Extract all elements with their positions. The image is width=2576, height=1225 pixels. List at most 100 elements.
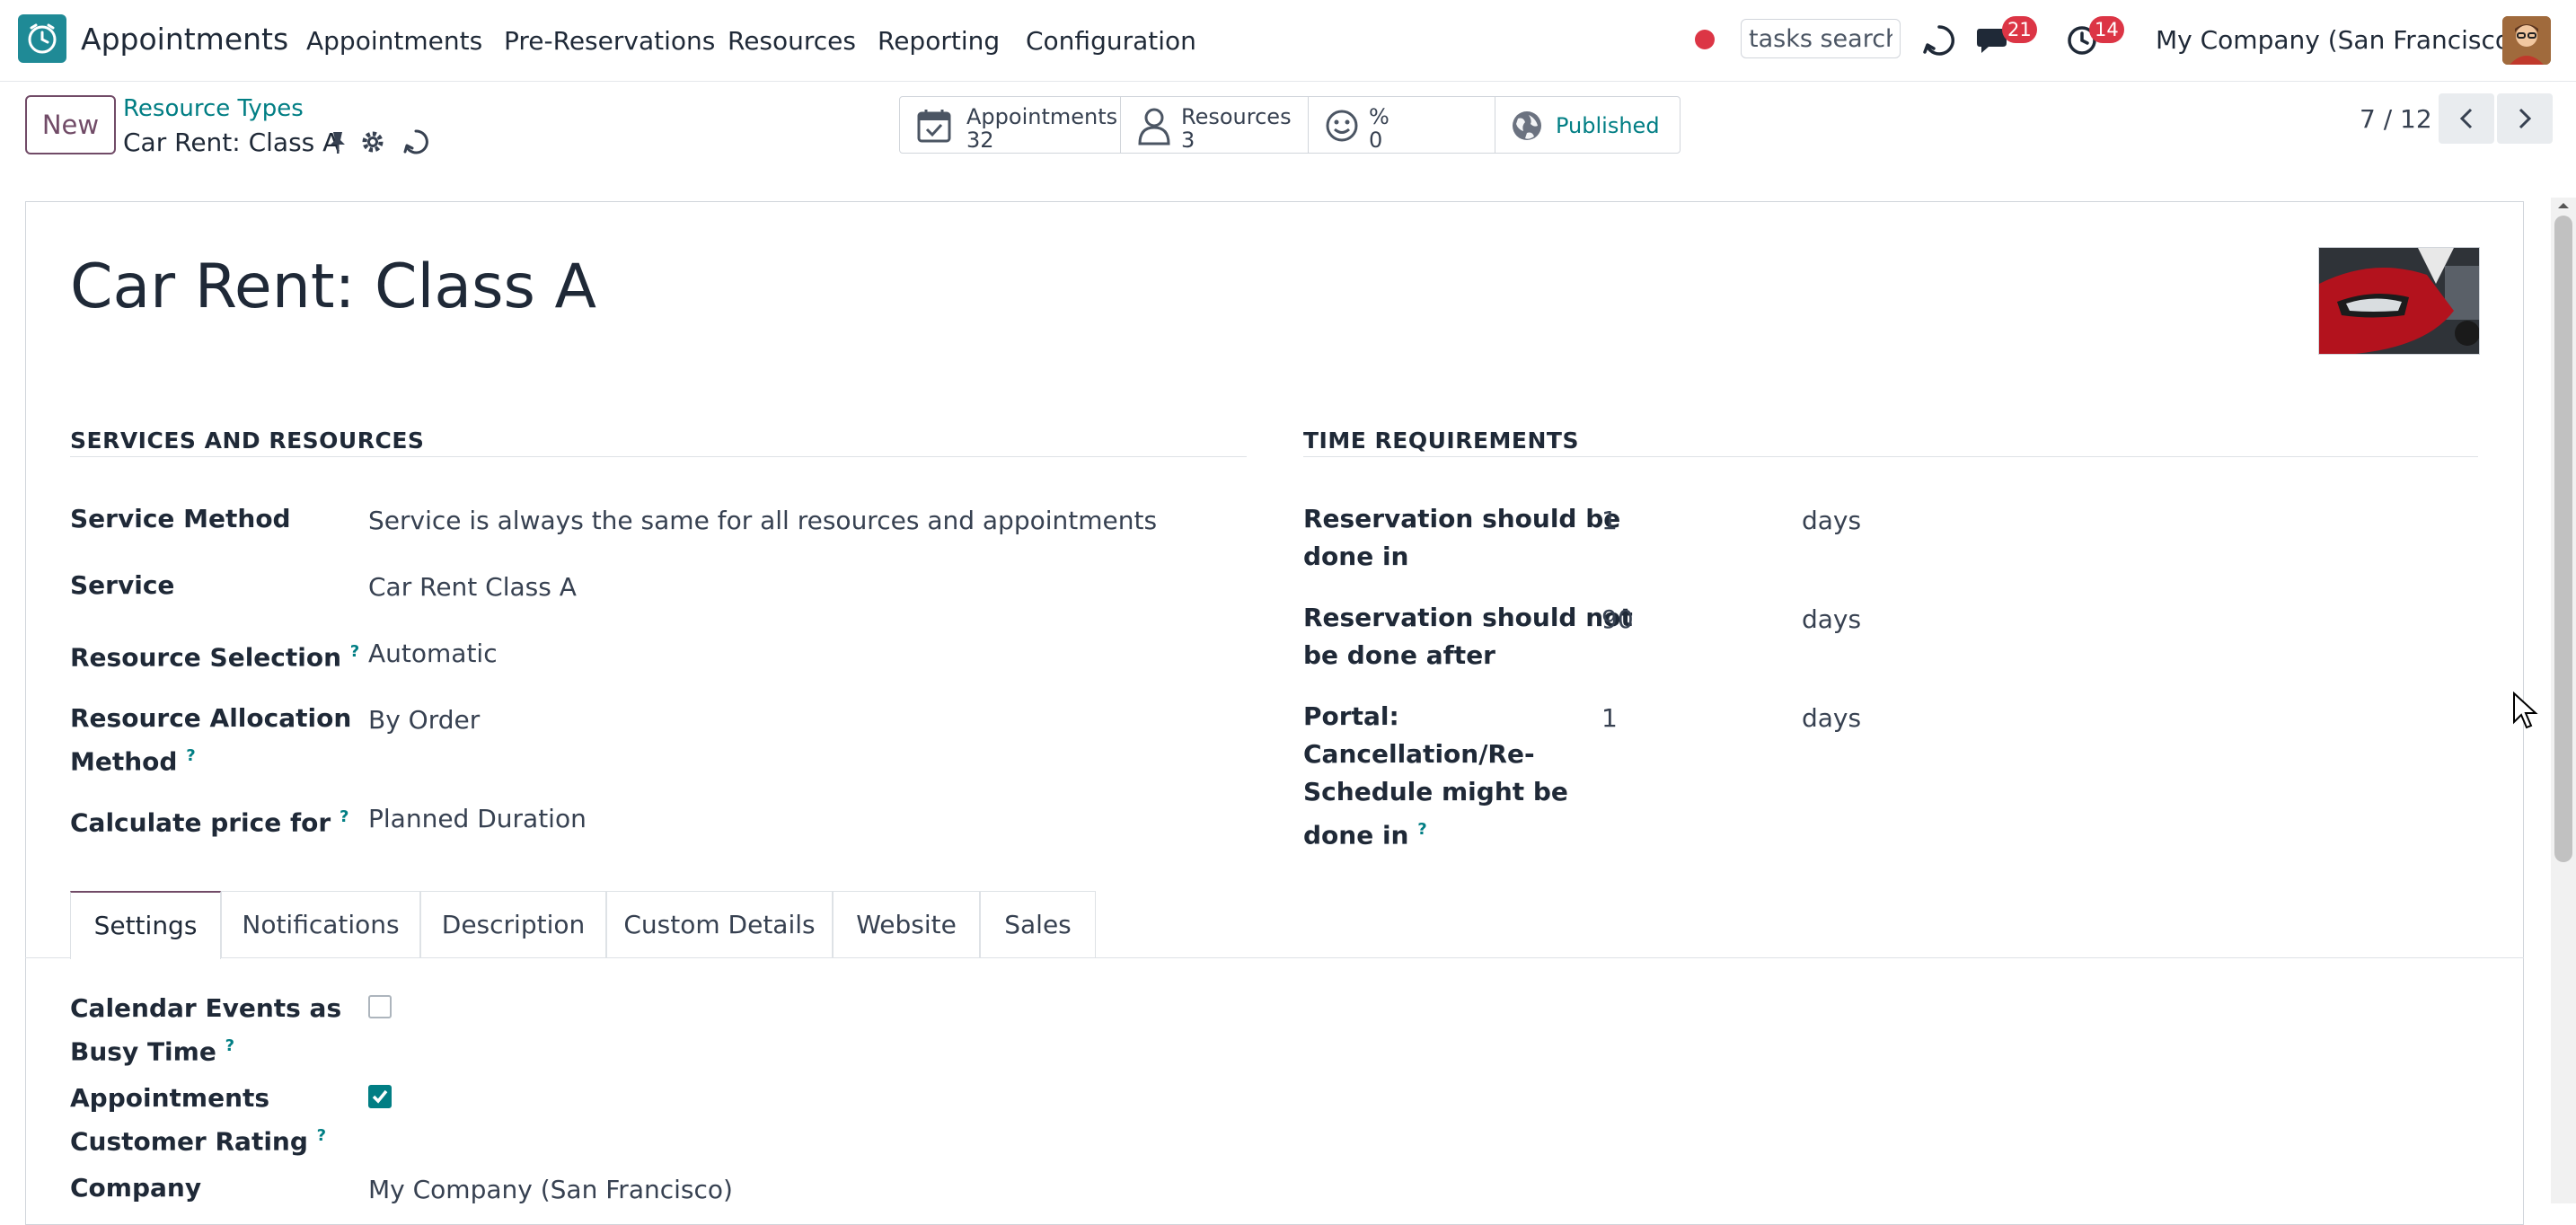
discard-refresh-icon[interactable]	[402, 128, 429, 155]
appointments-app-icon[interactable]	[18, 14, 66, 63]
label-portal-cancellation: Portal: Cancellation/Re- Schedule might …	[1303, 698, 1568, 854]
label-text: Customer Rating	[70, 1126, 308, 1157]
calendar-check-icon	[917, 110, 951, 143]
label-service: Service	[70, 570, 175, 600]
label-text: Portal:	[1303, 701, 1399, 731]
label-resource-allocation-method: Resource Allocation Method ?	[70, 700, 351, 780]
help-tooltip-icon[interactable]: ?	[350, 642, 359, 661]
globe-icon	[1513, 111, 1541, 140]
menu-appointments[interactable]: Appointments	[306, 26, 482, 56]
help-tooltip-icon[interactable]: ?	[317, 1126, 326, 1145]
label-text: Resource Allocation	[70, 703, 352, 733]
recording-indicator[interactable]	[1695, 30, 1715, 49]
field-service[interactable]: Car Rent Class A	[368, 568, 577, 606]
label-text: Method	[70, 746, 178, 777]
smart-buttons-bar: Appointments 32 Resources 3 % 0 Publishe…	[899, 96, 1681, 154]
activities-badge: 14	[2089, 16, 2124, 43]
smart-button-label: Resources	[1181, 104, 1292, 129]
label-text: Schedule might be	[1303, 777, 1568, 806]
tasks-search-input[interactable]	[1741, 19, 1901, 58]
tab-description[interactable]: Description	[420, 891, 606, 957]
unit-days: days	[1802, 703, 1862, 733]
help-tooltip-icon[interactable]: ?	[186, 746, 195, 765]
smart-button-value: 0	[1369, 128, 1383, 153]
label-calendar-busy-time: Calendar Events as Busy Time ?	[70, 990, 341, 1071]
breadcrumb-current-record: Car Rent: Class A	[123, 128, 340, 157]
label-text: Appointments	[70, 1083, 270, 1113]
field-reservation-not-after[interactable]: 90	[1601, 601, 1634, 639]
label-resource-selection: Resource Selection ?	[70, 633, 359, 676]
help-tooltip-icon[interactable]: ?	[340, 807, 348, 826]
checkmark-icon	[372, 1089, 388, 1104]
user-avatar[interactable]	[2502, 16, 2551, 65]
user-icon	[1138, 108, 1170, 145]
field-resource-selection[interactable]: Automatic	[368, 635, 498, 673]
smart-button-rating[interactable]: % 0	[1308, 97, 1495, 153]
section-time-requirements: TIME REQUIREMENTS	[1303, 427, 1579, 454]
scrollbar-thumb[interactable]	[2554, 216, 2572, 862]
published-label: Published	[1556, 113, 1660, 138]
gear-icon[interactable]	[359, 128, 386, 155]
tab-notifications[interactable]: Notifications	[221, 891, 420, 957]
mouse-cursor-icon	[2513, 692, 2538, 729]
label-text: Reservation should be	[1303, 504, 1621, 533]
messages-badge: 21	[2002, 16, 2037, 43]
menu-pre-reservations[interactable]: Pre-Reservations	[504, 26, 715, 56]
checkbox-calendar-busy-time[interactable]	[368, 995, 392, 1018]
field-resource-allocation-method[interactable]: By Order	[368, 701, 480, 739]
label-customer-rating: Appointments Customer Rating ?	[70, 1080, 326, 1160]
label-service-method: Service Method	[70, 504, 291, 533]
label-text: Cancellation/Re-	[1303, 739, 1535, 769]
label-text: Reservation should not	[1303, 603, 1633, 632]
menu-configuration[interactable]: Configuration	[1026, 26, 1196, 56]
pager-counter[interactable]: 7 / 12	[2360, 104, 2432, 134]
label-reservation-done-in: Reservation should be done in	[1303, 500, 1620, 576]
label-text: be done after	[1303, 640, 1495, 670]
help-tooltip-icon[interactable]: ?	[225, 1036, 234, 1055]
smart-button-published[interactable]: Published	[1495, 97, 1680, 153]
label-calculate-price-for: Calculate price for ?	[70, 798, 348, 842]
tab-website[interactable]: Website	[833, 891, 980, 957]
checkbox-customer-rating[interactable]	[368, 1085, 392, 1108]
label-company: Company	[70, 1173, 202, 1203]
label-text: Busy Time	[70, 1036, 216, 1067]
pager-next-button[interactable]	[2497, 93, 2553, 144]
field-service-method[interactable]: Service is always the same for all resou…	[368, 502, 1157, 540]
record-title[interactable]: Car Rent: Class A	[70, 251, 596, 322]
unit-days: days	[1802, 604, 1862, 634]
tab-custom-details[interactable]: Custom Details	[606, 891, 833, 957]
new-button[interactable]: New	[25, 95, 116, 154]
smart-button-label: %	[1369, 104, 1389, 129]
section-divider	[1303, 456, 2478, 457]
smiley-icon	[1326, 110, 1358, 142]
label-text: done in	[1303, 820, 1409, 850]
section-divider	[70, 456, 1247, 457]
label-reservation-not-after: Reservation should not be done after	[1303, 599, 1633, 674]
pager-previous-button[interactable]	[2439, 93, 2494, 144]
pin-icon[interactable]	[327, 130, 348, 155]
field-portal-cancellation[interactable]: 1	[1601, 700, 1618, 737]
app-name[interactable]: Appointments	[81, 22, 288, 57]
chevron-right-icon	[2519, 108, 2532, 129]
field-reservation-done-in[interactable]: 1	[1601, 502, 1618, 540]
label-text: Calendar Events as	[70, 993, 342, 1023]
tab-sales[interactable]: Sales	[980, 891, 1096, 957]
resource-type-image[interactable]	[2318, 247, 2480, 355]
label-text: Resource Selection	[70, 642, 342, 673]
help-tooltip-icon[interactable]: ?	[1417, 820, 1426, 839]
chevron-left-icon	[2459, 108, 2473, 129]
menu-reporting[interactable]: Reporting	[878, 26, 1000, 56]
unit-days: days	[1802, 506, 1862, 535]
company-switcher[interactable]: My Company (San Francisco)	[2156, 25, 2520, 55]
field-calculate-price-for[interactable]: Planned Duration	[368, 800, 587, 838]
menu-resources[interactable]: Resources	[728, 26, 856, 56]
breadcrumb-resource-types[interactable]: Resource Types	[123, 95, 304, 122]
tab-settings[interactable]: Settings	[70, 891, 221, 959]
smart-button-resources[interactable]: Resources 3	[1120, 97, 1309, 153]
refresh-icon[interactable]	[1922, 23, 1956, 57]
smart-button-value: 32	[966, 128, 994, 153]
tabs-divider	[25, 957, 2524, 958]
scroll-up-arrow-icon[interactable]	[2554, 199, 2572, 212]
smart-button-appointments[interactable]: Appointments 32	[900, 97, 1121, 153]
section-services-and-resources: SERVICES AND RESOURCES	[70, 427, 425, 454]
